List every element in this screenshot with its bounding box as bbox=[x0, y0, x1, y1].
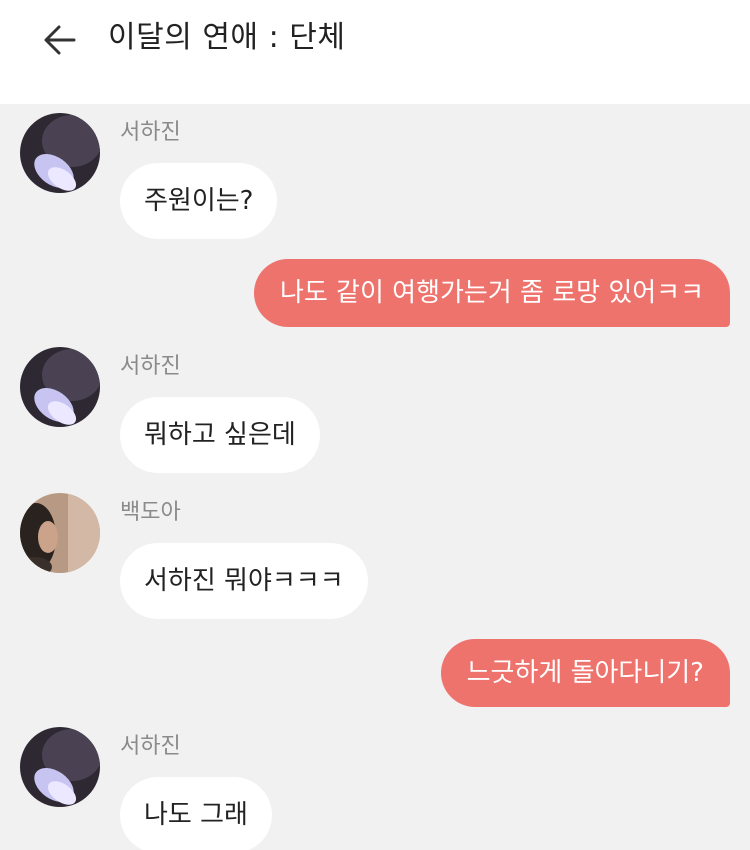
chat-header: 이달의 연애 : 단체 bbox=[0, 0, 750, 104]
avatar[interactable] bbox=[20, 727, 100, 807]
chat-title: 이달의 연애 : 단체 bbox=[108, 20, 346, 55]
avatar[interactable] bbox=[20, 347, 100, 427]
profile-photo-seohajin bbox=[20, 347, 100, 427]
sender-name: 서하진 bbox=[120, 354, 181, 379]
arrow-left-icon bbox=[44, 25, 76, 55]
profile-photo-seohajin bbox=[20, 113, 100, 193]
incoming-message-bubble[interactable]: 서하진 뭐야ㅋㅋㅋ bbox=[120, 543, 368, 619]
message-list[interactable]: 서하진 주원이는? 나도 같이 여행가는거 좀 로망 있어ㅋㅋ 서하진 뭐하고 … bbox=[0, 104, 750, 850]
sender-name: 백도아 bbox=[120, 500, 181, 525]
back-button[interactable] bbox=[30, 12, 90, 68]
profile-photo-baekdoa bbox=[20, 493, 100, 573]
avatar[interactable] bbox=[20, 493, 100, 573]
outgoing-message-bubble[interactable]: 나도 같이 여행가는거 좀 로망 있어ㅋㅋ bbox=[253, 259, 730, 327]
avatar[interactable] bbox=[20, 113, 100, 193]
profile-photo-seohajin bbox=[20, 727, 100, 807]
incoming-message-bubble[interactable]: 주원이는? bbox=[120, 163, 278, 239]
outgoing-message-bubble[interactable]: 느긋하게 돌아다니기? bbox=[440, 639, 730, 707]
sender-name: 서하진 bbox=[120, 734, 181, 759]
incoming-message-bubble[interactable]: 뭐하고 싶은데 bbox=[120, 397, 320, 473]
sender-name: 서하진 bbox=[120, 120, 181, 145]
incoming-message-bubble[interactable]: 나도 그래 bbox=[120, 777, 272, 850]
